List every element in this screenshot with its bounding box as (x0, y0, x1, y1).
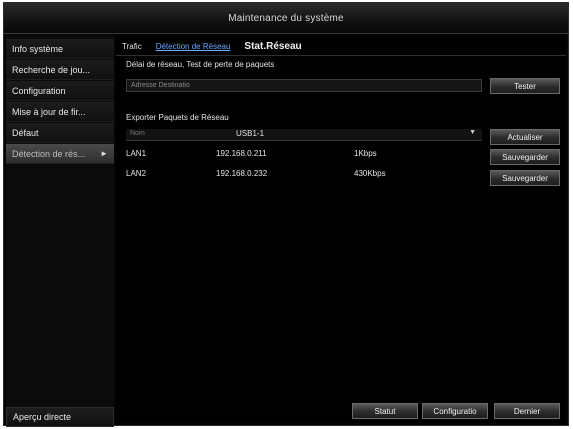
lan-rate: 1Kbps (354, 149, 377, 158)
chevron-down-icon: ▼ (469, 129, 476, 136)
status-button[interactable]: Statut (352, 403, 418, 419)
device-label: Nom (130, 130, 145, 137)
sidebar-item-configuration[interactable]: Configuration (6, 81, 114, 101)
lan-rate: 430Kbps (354, 169, 386, 178)
configuration-button[interactable]: Configuratio (422, 403, 488, 419)
sidebar-item-label: Configuration (12, 85, 66, 96)
sidebar-item-label: Info système (12, 43, 64, 54)
sidebar-item-label: Mise à jour de fir... (12, 106, 86, 117)
tab-network-stats[interactable]: Stat.Réseau (244, 41, 301, 52)
lan-name: LAN1 (126, 149, 147, 158)
maintenance-window: Maintenance du système Info système Rech… (3, 2, 569, 427)
live-view-button[interactable]: Aperçu directe (6, 407, 114, 427)
lan-ip: 192.168.0.232 (216, 169, 268, 178)
main-panel: Trafic Détection de Réseau Stat.Réseau D… (116, 35, 566, 423)
device-select[interactable]: Nom USB1-1 ▼ (126, 129, 482, 141)
save-button-lan1[interactable]: Sauvegarder (490, 149, 560, 165)
save-button-lan2[interactable]: Sauvegarder (490, 170, 560, 186)
window-title: Maintenance du système (228, 12, 344, 24)
lan-ip: 192.168.0.211 (216, 149, 267, 158)
sidebar-item-label: Recherche de jou... (12, 64, 91, 75)
test-button[interactable]: Tester (490, 78, 560, 94)
back-button[interactable]: Dernier (494, 403, 560, 419)
tab-bar: Trafic Détection de Réseau Stat.Réseau (122, 39, 302, 53)
sidebar-item-system-info[interactable]: Info système (6, 39, 114, 59)
network-test-title: Délai de réseau, Test de perte de paquet… (126, 60, 275, 69)
sidebar-item-label: Détection de rés... (12, 148, 86, 159)
table-row: LAN1 192.168.0.211 1Kbps (126, 149, 476, 161)
device-value: USB1-1 (236, 129, 265, 138)
chevron-right-icon: ► (100, 149, 108, 158)
sidebar-item-firmware-update[interactable]: Mise à jour de fir... (6, 102, 114, 122)
export-title: Exporter Paquets de Réseau (126, 113, 229, 122)
sidebar-item-network-detection[interactable]: Détection de rés... ► (6, 144, 114, 164)
sidebar-item-default[interactable]: Défaut (6, 123, 114, 143)
tab-traffic[interactable]: Trafic (122, 42, 142, 51)
sidebar: Info système Recherche de jou... Configu… (6, 35, 114, 427)
table-row: LAN2 192.168.0.232 430Kbps (126, 169, 476, 181)
tab-network-detection[interactable]: Détection de Réseau (156, 42, 231, 51)
refresh-button[interactable]: Actualiser (490, 129, 560, 145)
live-view-label: Aperçu directe (13, 412, 72, 422)
sidebar-item-log-search[interactable]: Recherche de jou... (6, 60, 114, 80)
tab-divider (116, 55, 566, 56)
sidebar-item-label: Défaut (12, 127, 39, 138)
footer-bar: Statut Configuratio Dernier (116, 403, 566, 423)
lan-name: LAN2 (126, 169, 147, 178)
window-titlebar: Maintenance du système (4, 3, 568, 34)
destination-address-placeholder: Adresse Destinatio (131, 82, 190, 89)
destination-address-field[interactable]: Adresse Destinatio (126, 79, 482, 92)
